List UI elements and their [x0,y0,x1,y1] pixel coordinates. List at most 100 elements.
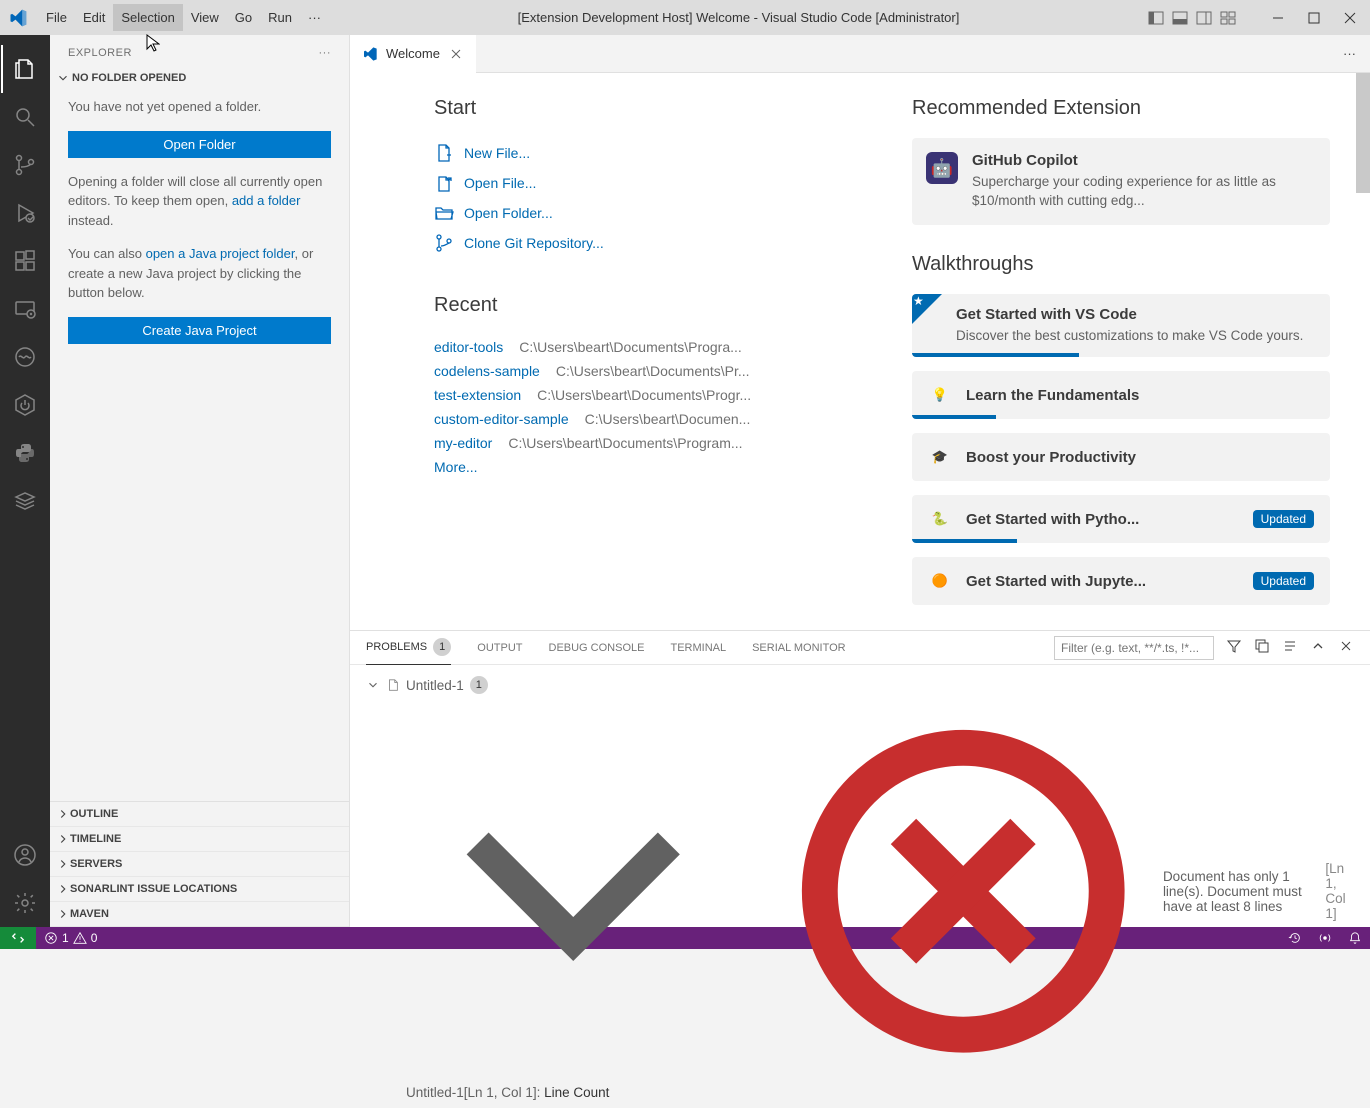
menu-more-icon[interactable]: ··· [300,4,329,31]
sidebar-sonarlint[interactable]: SONARLINT ISSUE LOCATIONS [50,877,349,902]
open-file-icon [434,173,454,193]
add-folder-link[interactable]: add a folder [232,193,301,208]
chevron-right-icon [56,907,70,921]
tab-welcome[interactable]: Welcome [350,35,476,73]
chevron-down-icon [56,71,70,85]
problems-filter-input[interactable] [1054,636,1214,660]
sidebar-maven[interactable]: MAVEN [50,902,349,927]
start-heading: Start [434,97,852,120]
layout-sidebar-right-icon[interactable] [1196,10,1212,26]
activity-account[interactable] [1,831,49,879]
layout-sidebar-left-icon[interactable] [1148,10,1164,26]
status-radio[interactable] [1310,931,1340,945]
activity-settings[interactable] [1,879,49,927]
broadcast-icon [1318,931,1332,945]
activity-stack[interactable] [1,477,49,525]
panel-tab-problems[interactable]: PROBLEMS1 [366,631,451,665]
collapse-all-icon[interactable] [1254,638,1270,657]
recent-more-link[interactable]: More... [434,455,852,475]
new-file-icon [434,143,454,163]
recent-item[interactable]: test-extensionC:\Users\beart\Documents\P… [434,383,852,407]
start-open-folder[interactable]: Open Folder... [434,198,852,228]
remote-icon [11,931,25,945]
menu-run[interactable]: Run [260,4,300,31]
chevron-right-icon [56,807,70,821]
activity-source-control[interactable] [1,141,49,189]
maximize-icon[interactable] [1306,10,1322,26]
title-bar: File Edit Selection View Go Run ··· [Ext… [0,0,1370,35]
menu-edit[interactable]: Edit [75,4,113,31]
sidebar-section-header[interactable]: NO FOLDER OPENED [50,67,349,89]
updated-badge: Updated [1253,572,1314,590]
scrollbar[interactable] [1356,73,1370,193]
start-open-file[interactable]: Open File... [434,168,852,198]
activity-extensions[interactable] [1,237,49,285]
create-java-button[interactable]: Create Java Project [68,317,331,344]
extension-card-copilot[interactable]: 🤖 GitHub Copilot Supercharge your coding… [912,138,1330,225]
sidebar-msg-nofolder: You have not yet opened a folder. [68,97,331,117]
walk-python[interactable]: 🐍 Get Started with Pytho... Updated [912,495,1330,543]
ext-desc: Supercharge your coding experience for a… [972,173,1316,211]
layout-panel-icon[interactable] [1172,10,1188,26]
lightbulb-icon: 💡 [928,383,952,407]
menu-selection[interactable]: Selection [113,4,182,31]
close-icon[interactable] [1342,10,1358,26]
panel-tab-output[interactable]: OUTPUT [477,631,522,665]
open-java-link[interactable]: open a Java project folder [146,246,295,261]
walk-productivity[interactable]: 🎓 Boost your Productivity [912,433,1330,481]
panel-close-icon[interactable] [1338,638,1354,657]
start-clone-repo[interactable]: Clone Git Repository... [434,228,852,258]
panel-tab-terminal[interactable]: TERMINAL [670,631,726,665]
problem-related[interactable]: Untitled-1[Ln 1, Col 1]: Line Count [366,1085,1354,1100]
walk-jupyter[interactable]: 🟠 Get Started with Jupyte... Updated [912,557,1330,605]
activity-remote[interactable] [1,285,49,333]
python-icon: 🐍 [928,507,952,531]
window-title: [Extension Development Host] Welcome - V… [329,10,1148,25]
activity-python[interactable] [1,429,49,477]
status-history[interactable] [1280,931,1310,945]
menu-view[interactable]: View [183,4,227,31]
status-problems[interactable]: 1 0 [36,931,105,945]
sidebar-servers[interactable]: SERVERS [50,852,349,877]
welcome-page: Start New File... Open File... Open Fold… [350,73,1370,630]
activity-power[interactable] [1,381,49,429]
chevron-right-icon [56,857,70,871]
problem-item[interactable]: Document has only 1 line(s). Document mu… [366,697,1354,1085]
editor-more-icon[interactable]: ··· [1329,46,1370,61]
menu-file[interactable]: File [38,4,75,31]
sidebar-explorer: EXPLORER ··· NO FOLDER OPENED You have n… [50,35,350,927]
git-icon [434,233,454,253]
close-tab-icon[interactable] [448,46,464,62]
recent-item[interactable]: editor-toolsC:\Users\beart\Documents\Pro… [434,335,852,359]
recent-item[interactable]: codelens-sampleC:\Users\beart\Documents\… [434,359,852,383]
sidebar-timeline[interactable]: TIMELINE [50,827,349,852]
problem-file-row[interactable]: Untitled-1 1 [366,673,1354,697]
view-as-list-icon[interactable] [1282,638,1298,657]
panel-tab-debug[interactable]: DEBUG CONSOLE [549,631,645,665]
activity-serial[interactable] [1,333,49,381]
activity-search[interactable] [1,93,49,141]
activity-run-debug[interactable] [1,189,49,237]
status-bell[interactable] [1340,931,1370,945]
sidebar-outline[interactable]: OUTLINE [50,802,349,827]
start-new-file[interactable]: New File... [434,138,852,168]
walk-heading: Walkthroughs [912,253,1330,276]
panel-tab-serial[interactable]: SERIAL MONITOR [752,631,846,665]
layout-customize-icon[interactable] [1220,10,1236,26]
recent-item[interactable]: custom-editor-sampleC:\Users\beart\Docum… [434,407,852,431]
editor-area: Welcome ··· Start New File... Open File.… [350,35,1370,927]
remote-indicator[interactable] [0,927,36,949]
sidebar-title: EXPLORER [68,47,132,59]
sidebar-more-icon[interactable]: ··· [319,47,332,59]
menu-go[interactable]: Go [227,4,260,31]
walk-fundamentals[interactable]: 💡 Learn the Fundamentals [912,371,1330,419]
recent-item[interactable]: my-editorC:\Users\beart\Documents\Progra… [434,431,852,455]
walk-get-started[interactable]: ★ Get Started with VS Code Discover the … [912,294,1330,357]
bell-icon [1348,931,1362,945]
panel-maximize-icon[interactable] [1310,638,1326,657]
open-folder-button[interactable]: Open Folder [68,131,331,158]
minimize-icon[interactable] [1270,10,1286,26]
activity-explorer[interactable] [1,45,49,93]
filter-icon[interactable] [1226,638,1242,657]
sidebar-msg-addfolder: Opening a folder will close all currentl… [68,172,331,231]
